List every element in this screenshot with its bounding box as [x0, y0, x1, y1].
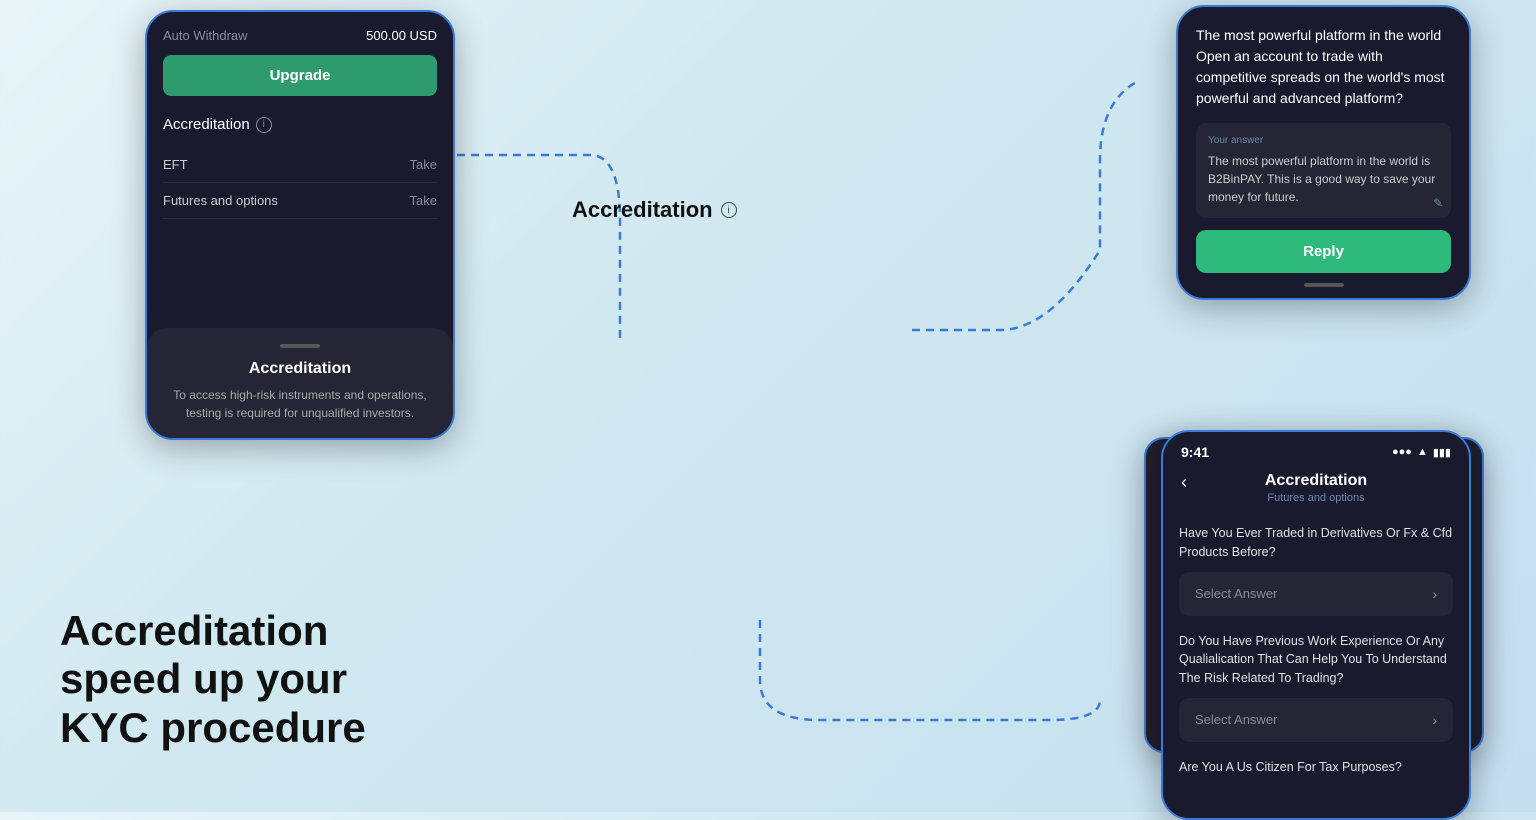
- accreditation-title-phone1: Accreditation: [163, 116, 250, 133]
- bottom-title: Accreditation: [163, 360, 437, 378]
- question-3: Are You A Us Citizen For Tax Purposes?: [1179, 758, 1453, 777]
- bottom-text-section: Accreditation speed up your KYC procedur…: [60, 607, 366, 752]
- status-icons: ●●● ▲ ▮▮▮: [1392, 446, 1451, 459]
- bottom-text: To access high-risk instruments and oper…: [163, 386, 437, 422]
- signal-icon: ●●●: [1392, 446, 1412, 458]
- status-time: 9:41: [1181, 444, 1209, 460]
- eft-label: EFT: [163, 157, 188, 172]
- list-item: EFT Take: [163, 147, 437, 183]
- phone-1: Auto Withdraw 500.00 USD Upgrade Accredi…: [145, 10, 455, 440]
- phone1-bottom-sheet: Accreditation To access high-risk instru…: [147, 328, 453, 438]
- answer-label: Your answer: [1208, 135, 1439, 146]
- answer-text: The most powerful platform in the world …: [1208, 152, 1439, 206]
- phone2-question: The most powerful platform in the world …: [1196, 25, 1451, 109]
- heading-line2: speed up your: [60, 655, 347, 702]
- phone3-title: Accreditation: [1181, 472, 1451, 490]
- wifi-icon: ▲: [1417, 446, 1428, 458]
- reply-button[interactable]: Reply: [1196, 230, 1451, 273]
- back-button[interactable]: ‹: [1181, 472, 1187, 493]
- bottom-heading: Accreditation speed up your KYC procedur…: [60, 607, 366, 752]
- drag-handle: [1304, 283, 1344, 287]
- heading-line3: KYC procedure: [60, 704, 366, 751]
- phone-2: The most powerful platform in the world …: [1176, 5, 1471, 300]
- auto-withdraw-value: 500.00 USD: [366, 28, 437, 43]
- phone-3: 9:41 ●●● ▲ ▮▮▮ ‹ Accreditation Futures a…: [1161, 430, 1471, 820]
- edit-icon[interactable]: ✎: [1433, 196, 1443, 210]
- battery-icon: ▮▮▮: [1433, 446, 1451, 459]
- accreditation-card-title: Accreditation: [572, 197, 713, 223]
- select-answer-1[interactable]: Select Answer ›: [1179, 572, 1453, 616]
- eft-value: Take: [410, 157, 437, 172]
- phone3-header: ‹ Accreditation Futures and options: [1163, 468, 1469, 514]
- phone3-content: Have You Ever Traded in Derivatives Or F…: [1163, 514, 1469, 797]
- phone3-subtitle: Futures and options: [1181, 492, 1451, 504]
- select-answer-2[interactable]: Select Answer ›: [1179, 698, 1453, 742]
- question-1: Have You Ever Traded in Derivatives Or F…: [1179, 524, 1453, 562]
- status-bar: 9:41 ●●● ▲ ▮▮▮: [1163, 432, 1469, 468]
- drag-handle: [280, 344, 320, 348]
- info-icon: i: [256, 117, 272, 133]
- question-2: Do You Have Previous Work Experience Or …: [1179, 632, 1453, 688]
- heading-line1: Accreditation: [60, 607, 328, 654]
- list-item: Futures and options Take: [163, 183, 437, 219]
- upgrade-button[interactable]: Upgrade: [163, 55, 437, 96]
- auto-withdraw-label: Auto Withdraw: [163, 28, 248, 43]
- select-answer-2-text: Select Answer: [1195, 712, 1277, 727]
- accreditation-info-icon: i: [721, 202, 737, 218]
- select-answer-1-text: Select Answer: [1195, 586, 1277, 601]
- chevron-down-icon-1: ›: [1432, 586, 1437, 602]
- futures-label: Futures and options: [163, 193, 278, 208]
- futures-value: Take: [410, 193, 437, 208]
- chevron-down-icon-2: ›: [1432, 712, 1437, 728]
- answer-box: Your answer The most powerful platform i…: [1196, 123, 1451, 218]
- accreditation-section: Accreditation i EFT Take Futures and opt…: [572, 197, 737, 239]
